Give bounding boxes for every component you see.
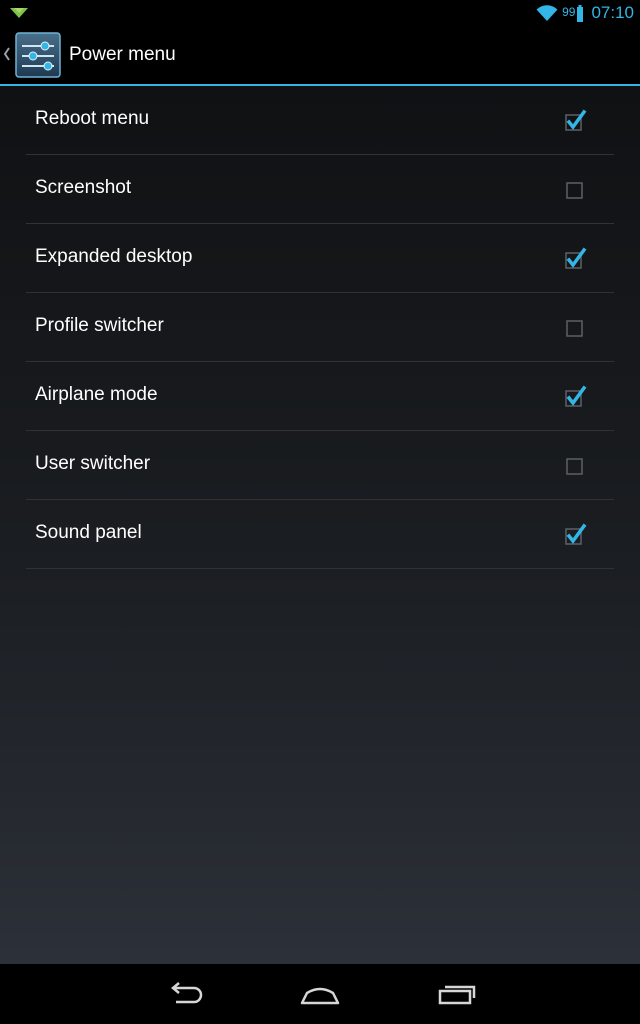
home-icon[interactable] bbox=[295, 976, 345, 1012]
pref-user-switcher[interactable]: User switcher bbox=[26, 431, 614, 500]
pref-label: Sound panel bbox=[35, 522, 142, 543]
pref-reboot-menu[interactable]: Reboot menu bbox=[26, 86, 614, 155]
settings-sliders-icon[interactable] bbox=[15, 32, 61, 78]
pref-label: Reboot menu bbox=[35, 108, 150, 129]
chevron-left-icon[interactable] bbox=[3, 46, 11, 62]
back-icon[interactable] bbox=[160, 976, 210, 1012]
checkbox-checked[interactable] bbox=[563, 385, 587, 409]
battery-icon bbox=[577, 4, 584, 22]
screen-title: Power menu bbox=[69, 44, 176, 65]
checkbox-unchecked[interactable] bbox=[563, 454, 587, 478]
navigation-bar bbox=[0, 964, 640, 1024]
pref-label: User switcher bbox=[35, 453, 151, 474]
battery-level: 99 bbox=[562, 5, 576, 19]
status-bar: 99 07:10 bbox=[0, 0, 640, 26]
clock: 07:10 bbox=[591, 3, 634, 22]
pref-expanded-desktop[interactable]: Expanded desktop bbox=[26, 224, 614, 293]
checkbox-checked[interactable] bbox=[563, 109, 587, 133]
checkbox-checked[interactable] bbox=[563, 247, 587, 271]
pref-profile-switcher[interactable]: Profile switcher bbox=[26, 293, 614, 362]
pref-label: Expanded desktop bbox=[35, 246, 193, 267]
wifi-icon bbox=[536, 5, 558, 21]
checkbox-unchecked[interactable] bbox=[563, 178, 587, 202]
pref-airplane-mode[interactable]: Airplane mode bbox=[26, 362, 614, 431]
pref-label: Screenshot bbox=[35, 177, 132, 198]
status-icons: 99 07:10 bbox=[536, 0, 634, 26]
preference-list: Reboot menu Screenshot Expanded desktop bbox=[26, 86, 614, 569]
preferences-content: Reboot menu Screenshot Expanded desktop bbox=[0, 86, 640, 964]
recents-icon[interactable] bbox=[432, 976, 482, 1012]
pref-screenshot[interactable]: Screenshot bbox=[26, 155, 614, 224]
play-store-download-icon bbox=[10, 8, 28, 18]
screen: 99 07:10 Power menu Reboot menu Screensh… bbox=[0, 0, 640, 1024]
pref-label: Profile switcher bbox=[35, 315, 164, 336]
checkbox-checked[interactable] bbox=[563, 523, 587, 547]
checkbox-unchecked[interactable] bbox=[563, 316, 587, 340]
pref-sound-panel[interactable]: Sound panel bbox=[26, 500, 614, 569]
pref-label: Airplane mode bbox=[35, 384, 158, 405]
action-bar: Power menu bbox=[0, 26, 640, 86]
